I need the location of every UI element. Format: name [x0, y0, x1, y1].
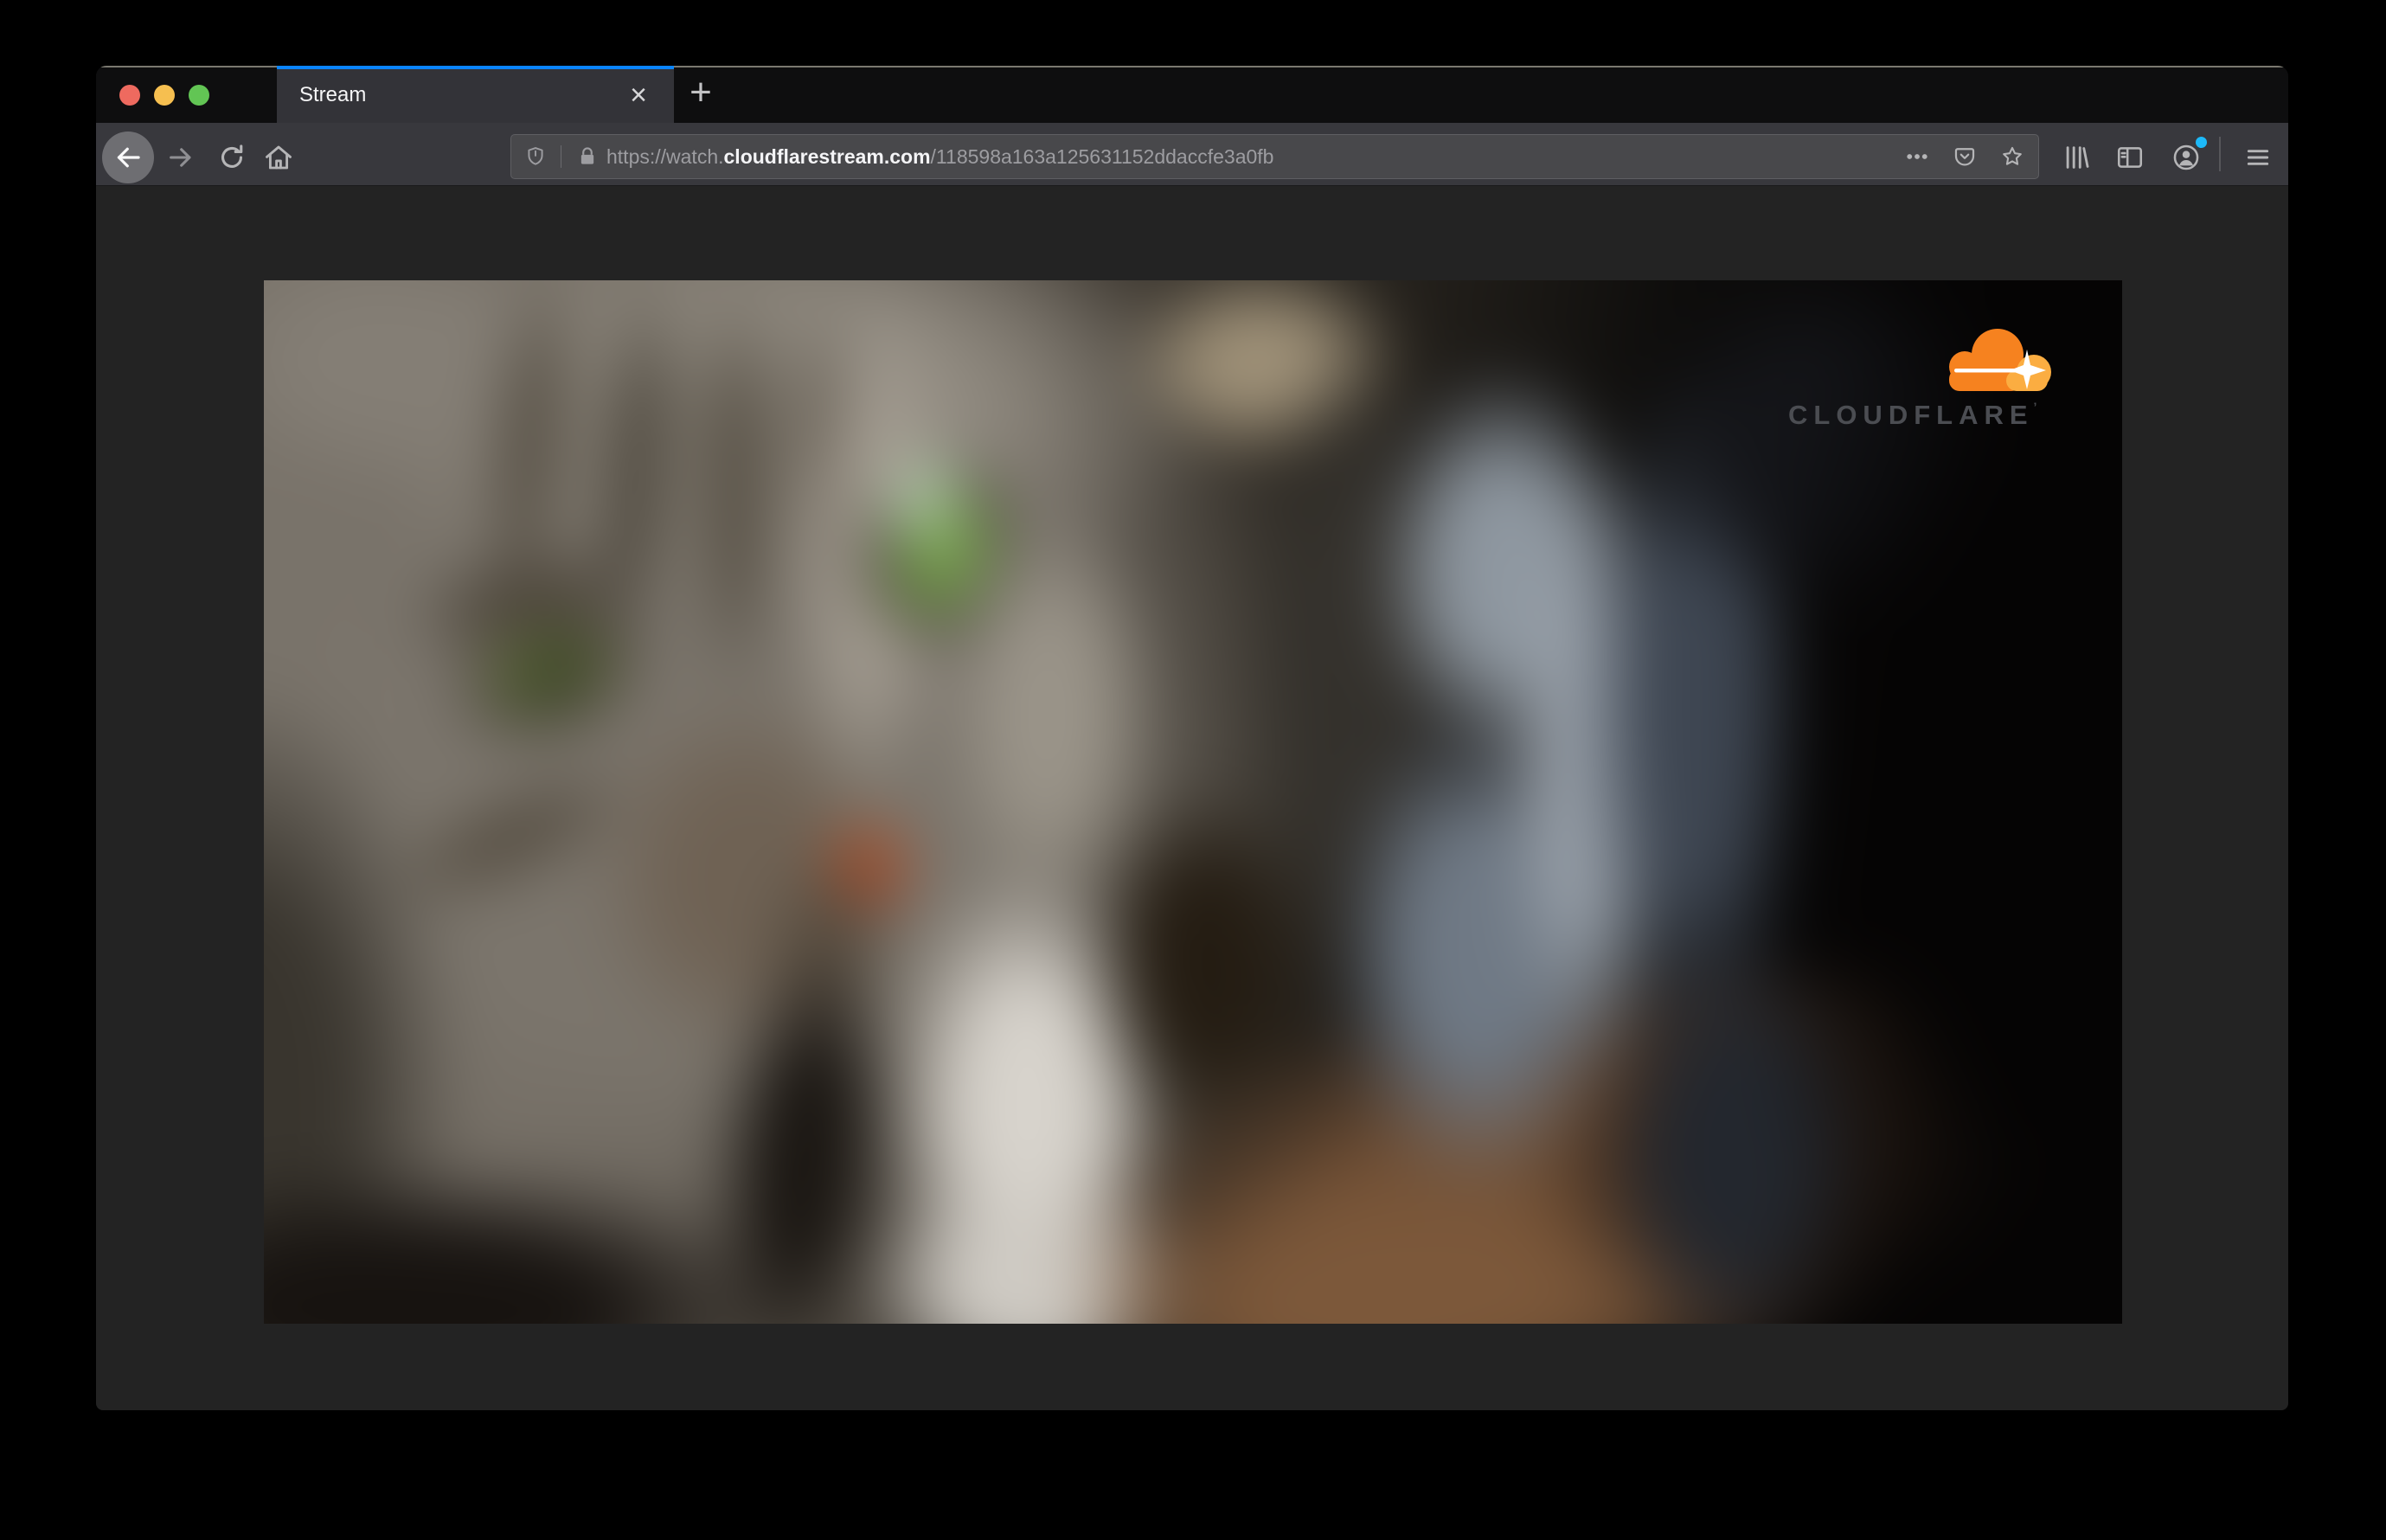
page-actions-button[interactable] — [1905, 144, 1929, 169]
sidebar-icon — [2117, 147, 2143, 168]
sidebar-button[interactable] — [2111, 138, 2149, 176]
tab-title: Stream — [299, 83, 367, 106]
cloudflare-cloud-icon — [1949, 329, 2051, 391]
menu-button[interactable] — [2239, 138, 2277, 176]
tracking-protection-button[interactable] — [523, 144, 548, 169]
tab-stream[interactable]: Stream × — [277, 66, 674, 123]
navigation-toolbar: https://watch.cloudflarestream.com/11859… — [96, 123, 2288, 186]
tab-bar: Stream × + — [96, 66, 2288, 123]
window-zoom-button[interactable] — [189, 85, 209, 106]
account-icon — [2173, 144, 2199, 170]
pocket-button[interactable] — [1953, 144, 1977, 169]
site-security-button[interactable] — [575, 144, 600, 169]
home-icon — [266, 145, 292, 170]
tab-close-icon[interactable]: × — [619, 76, 658, 116]
pocket-icon — [1954, 148, 1975, 166]
page-content: CLOUDFLARE’ — [96, 186, 2288, 1410]
url-bar[interactable]: https://watch.cloudflarestream.com/11859… — [510, 134, 2039, 179]
star-icon — [2003, 146, 2022, 165]
forward-button[interactable] — [162, 138, 200, 176]
toolbar-separator — [2219, 137, 2221, 171]
back-arrow-icon — [117, 147, 140, 168]
account-button[interactable] — [2167, 137, 2207, 176]
cat-scene — [264, 280, 2122, 1324]
home-button[interactable] — [260, 138, 298, 176]
url-path: /118598a163a125631152ddaccfe3a0fb — [930, 145, 1274, 168]
reload-button[interactable] — [213, 138, 251, 176]
forward-arrow-icon — [170, 148, 191, 167]
trademark-tick: ’ — [2033, 400, 2037, 414]
library-icon — [2066, 146, 2089, 169]
browser-window: Stream × + https://watch.cloudflarestrea… — [96, 66, 2288, 1410]
bookmark-button[interactable] — [2000, 144, 2024, 169]
window-minimize-button[interactable] — [154, 85, 175, 106]
url-text: https://watch.cloudflarestream.com/11859… — [606, 135, 1273, 178]
new-tab-button[interactable]: + — [677, 73, 724, 116]
reload-icon — [221, 144, 243, 168]
account-notification-dot — [2196, 137, 2207, 148]
ellipsis-icon — [1907, 154, 1927, 159]
video-player[interactable]: CLOUDFLARE’ — [264, 280, 2122, 1324]
cloudflare-logo-text: CLOUDFLARE’ — [1788, 400, 2037, 430]
back-button[interactable] — [102, 132, 154, 183]
cloudflare-logo: CLOUDFLARE’ — [1788, 325, 2074, 431]
library-button[interactable] — [2057, 138, 2095, 176]
hamburger-menu-icon — [2247, 150, 2269, 165]
window-close-button[interactable] — [119, 85, 140, 106]
shield-icon — [528, 147, 543, 165]
lock-icon — [580, 147, 594, 164]
url-prefix: https://watch. — [606, 145, 724, 168]
url-domain: cloudflarestream.com — [723, 145, 931, 168]
